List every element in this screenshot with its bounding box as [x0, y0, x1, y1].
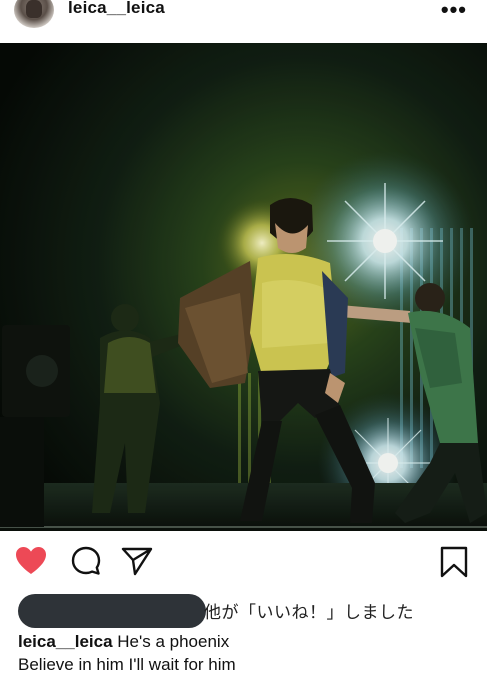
action-bar: [0, 540, 487, 586]
send-icon[interactable]: [120, 545, 154, 582]
comment-icon[interactable]: [70, 545, 102, 582]
caption-line-2: Believe in him I'll wait for him: [18, 655, 236, 674]
caption-username[interactable]: leica__leica: [18, 632, 113, 651]
more-icon[interactable]: •••: [441, 0, 467, 23]
bookmark-icon[interactable]: [439, 545, 469, 584]
caption-line-1: leica__leica He's a phoenix: [18, 630, 478, 653]
likes-row: 他が「いいね！」しました: [0, 593, 487, 628]
caption: leica__leica He's a phoenix Believe in h…: [18, 630, 478, 676]
redacted-username: [18, 594, 206, 628]
concert-photo: [0, 43, 487, 531]
caption-text: He's a phoenix: [117, 632, 230, 651]
heart-icon[interactable]: [14, 544, 48, 583]
avatar[interactable]: [14, 0, 54, 28]
likes-text[interactable]: 他が「いいね！」しました: [204, 598, 414, 623]
post-header: leica__leica •••: [0, 0, 487, 42]
post-photo[interactable]: [0, 43, 487, 531]
post-username[interactable]: leica__leica: [68, 0, 165, 18]
